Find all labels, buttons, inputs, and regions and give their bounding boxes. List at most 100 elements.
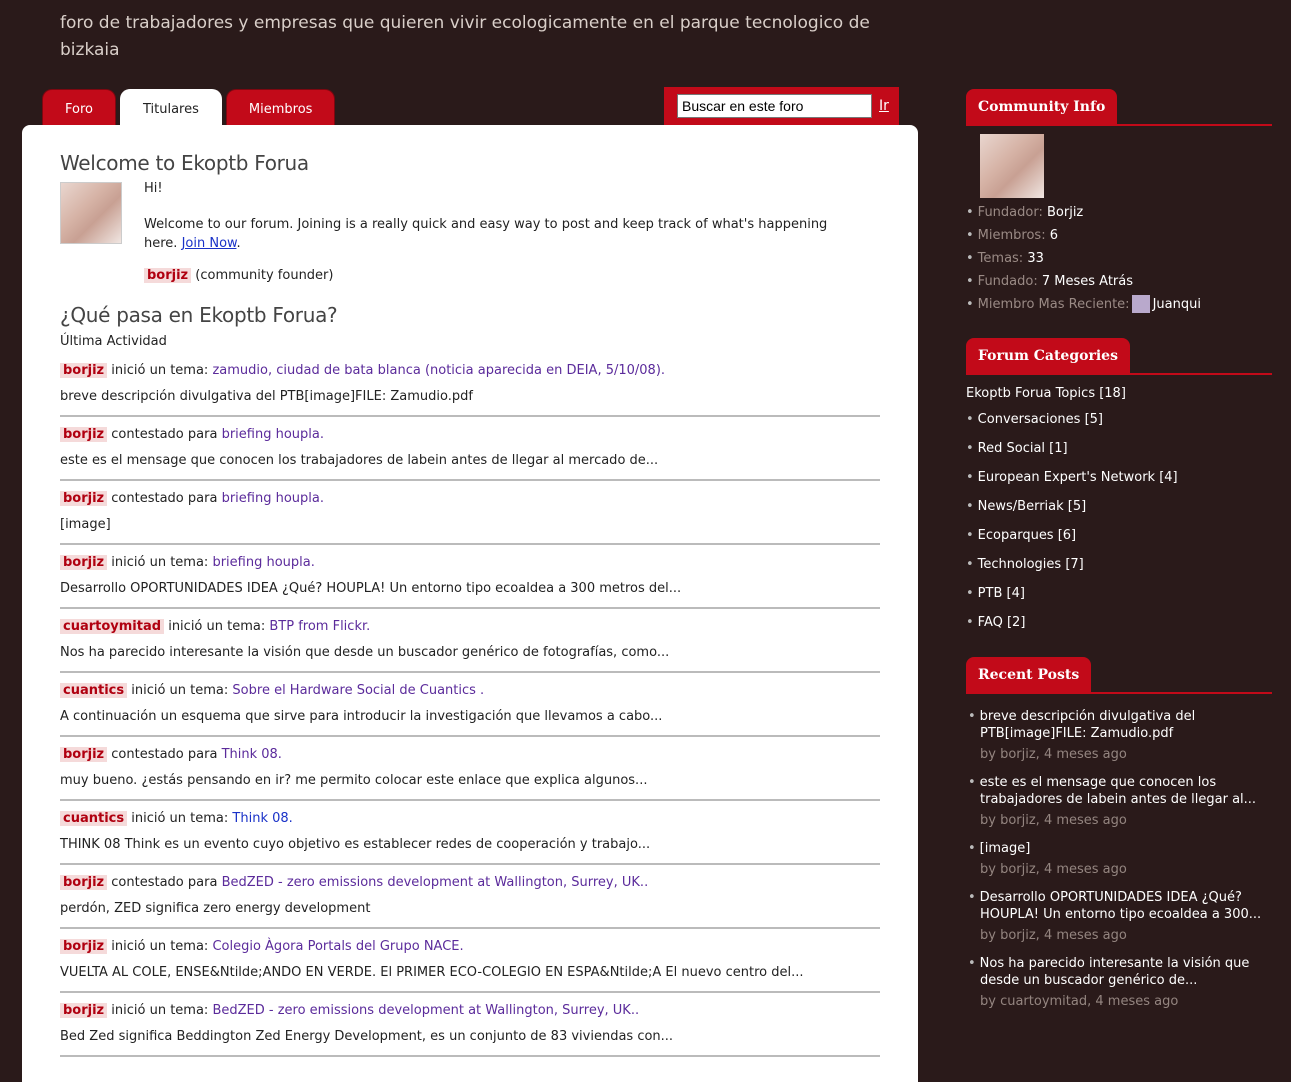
activity-action: inició un tema: — [131, 811, 229, 826]
category-item[interactable]: • PTB [4] — [966, 579, 1272, 608]
activity-action: contestado para — [111, 747, 218, 762]
activity-headline: cuantics inició un tema: Think 08. — [60, 810, 880, 828]
welcome-text: Welcome to our forum. Joining is a reall… — [144, 217, 828, 251]
activity-topic-link[interactable]: briefing houpla. — [222, 491, 324, 506]
category-label: Ecoparques [6] — [977, 528, 1077, 543]
activity-topic-link[interactable]: Think 08. — [232, 811, 292, 826]
activity-action: contestado para — [111, 491, 218, 506]
forum-categories-heading: Forum Categories — [966, 338, 1130, 373]
activity-headline: cuartoymitad inició un tema: BTP from Fl… — [60, 618, 880, 636]
category-label: FAQ [2] — [977, 615, 1026, 630]
activity-topic-link[interactable]: Colegio Àgora Portals del Grupo NACE. — [212, 939, 463, 954]
category-item[interactable]: • Red Social [1] — [966, 434, 1272, 463]
category-item[interactable]: • Conversaciones [5] — [966, 405, 1272, 434]
activity-headline: borjiz inició un tema: BedZED - zero emi… — [60, 1002, 880, 1020]
divider — [966, 692, 1272, 694]
activity-username[interactable]: borjiz — [60, 491, 108, 506]
category-label: Red Social [1] — [977, 441, 1068, 456]
activity-item: borjiz contestado para briefing houpla. [… — [60, 490, 880, 545]
activity-username[interactable]: borjiz — [60, 1003, 108, 1018]
activity-username[interactable]: borjiz — [60, 939, 108, 954]
last-activity-label: Última Actividad — [60, 334, 167, 349]
founder-avatar[interactable] — [60, 182, 122, 244]
activity-action: contestado para — [111, 875, 218, 890]
category-item[interactable]: • News/Berriak [5] — [966, 492, 1272, 521]
recent-post-link[interactable]: • Desarrollo OPORTUNIDADES IDEA ¿Qué? HOU… — [966, 889, 1272, 923]
recent-post-item: • breve descripción divulgativa del PTB[i… — [966, 708, 1272, 766]
category-root-link[interactable]: Ekoptb Forua Topics [18] — [966, 383, 1272, 405]
welcome-greeting: Hi! — [144, 181, 163, 196]
category-label: European Expert's Network [4] — [977, 470, 1178, 485]
category-item[interactable]: • Ecoparques [6] — [966, 521, 1272, 550]
founder-username[interactable]: borjiz — [144, 268, 192, 283]
activity-topic-link[interactable]: Think 08. — [222, 747, 282, 762]
info-item-founder: • Fundador: Borjiz — [966, 205, 1084, 220]
category-item[interactable]: • Technologies [7] — [966, 550, 1272, 579]
category-item[interactable]: • FAQ [2] — [966, 608, 1272, 637]
founder-link[interactable]: Borjiz — [1047, 205, 1083, 220]
recent-post-item: • Desarrollo OPORTUNIDADES IDEA ¿Qué? HOU… — [966, 889, 1272, 947]
recent-post-byline: by borjiz, 4 meses ago — [980, 813, 1127, 828]
activity-headline: borjiz contestado para briefing houpla. — [60, 490, 880, 508]
activity-item: borjiz contestado para Think 08. muy buen… — [60, 746, 880, 801]
activity-topic-link[interactable]: zamudio, ciudad de bata blanca (noticia … — [212, 363, 665, 378]
activity-item: borjiz contestado para BedZED - zero emi… — [60, 874, 880, 929]
activity-action: inició un tema: — [111, 363, 209, 378]
recent-post-link[interactable]: • breve descripción divulgativa del PTB[i… — [966, 708, 1272, 742]
activity-excerpt: THINK 08 Think es un evento cuyo objetiv… — [60, 837, 651, 852]
category-item[interactable]: • European Expert's Network [4] — [966, 463, 1272, 492]
tab-miembros[interactable]: Miembros — [225, 89, 336, 125]
activity-excerpt: [image] — [60, 517, 111, 532]
recent-post-link[interactable]: • Nos ha parecido interesante la visión q… — [966, 955, 1272, 989]
activity-excerpt: A continuación un esquema que sirve para… — [60, 709, 663, 724]
activity-username[interactable]: cuartoymitad — [60, 619, 165, 634]
recent-post-link[interactable]: • [image] — [966, 840, 1272, 857]
newest-member-link[interactable]: Juanqui — [1153, 297, 1201, 312]
activity-topic-link[interactable]: briefing houpla. — [222, 427, 324, 442]
category-list: • Conversaciones [5] • Red Social [1] • Europ… — [966, 405, 1272, 637]
search-go-link[interactable]: Ir — [879, 98, 889, 114]
activity-username[interactable]: cuantics — [60, 811, 128, 826]
divider — [966, 373, 1272, 375]
category-label: News/Berriak [5] — [977, 499, 1087, 514]
category-label: PTB [4] — [977, 586, 1025, 601]
activity-item: borjiz inició un tema: briefing houpla. D… — [60, 554, 880, 609]
activity-action: inició un tema: — [111, 939, 209, 954]
activity-item: cuantics inició un tema: Think 08. THINK … — [60, 810, 880, 865]
tab-titulares[interactable]: Titulares — [119, 89, 222, 125]
newest-member-avatar[interactable] — [1131, 294, 1150, 313]
activity-topic-link[interactable]: BTP from Flickr. — [269, 619, 370, 634]
recent-post-byline: by borjiz, 4 meses ago — [980, 862, 1127, 877]
activity-topic-link[interactable]: BedZED - zero emissions development at W… — [222, 875, 649, 890]
activity-topic-link[interactable]: briefing houpla. — [212, 555, 314, 570]
sidebar: Community Info • Fundador: Borjiz • Miembr… — [966, 89, 1272, 1021]
activity-action: contestado para — [111, 427, 218, 442]
activity-username[interactable]: borjiz — [60, 427, 108, 442]
activity-item: borjiz inició un tema: Colegio Àgora Por… — [60, 938, 880, 993]
recent-post-byline: by borjiz, 4 meses ago — [980, 928, 1127, 943]
activity-username[interactable]: borjiz — [60, 875, 108, 890]
activity-topic-link[interactable]: BedZED - zero emissions development at W… — [212, 1003, 639, 1018]
activity-excerpt: Desarrollo OPORTUNIDADES IDEA ¿Qué? HOUP… — [60, 581, 682, 596]
recent-posts-heading: Recent Posts — [966, 657, 1092, 692]
category-label: Conversaciones [5] — [977, 412, 1103, 427]
community-avatar[interactable] — [980, 134, 1044, 198]
info-item-founded: • Fundado: 7 Meses Atrás — [966, 274, 1134, 289]
activity-username[interactable]: borjiz — [60, 363, 108, 378]
activity-action: inició un tema: — [168, 619, 266, 634]
activity-username[interactable]: cuantics — [60, 683, 128, 698]
activity-headline: borjiz inició un tema: Colegio Àgora Por… — [60, 938, 880, 956]
join-now-link[interactable]: Join Now — [182, 236, 237, 251]
activity-excerpt: perdón, ZED significa zero energy develo… — [60, 901, 371, 916]
activity-topic-link[interactable]: Sobre el Hardware Social de Cuantics . — [232, 683, 484, 698]
activity-headline: borjiz inició un tema: zamudio, ciudad d… — [60, 362, 880, 380]
activity-username[interactable]: borjiz — [60, 555, 108, 570]
activity-username[interactable]: borjiz — [60, 747, 108, 762]
activity-item: borjiz inició un tema: BedZED - zero emi… — [60, 1002, 880, 1057]
community-info-list: • Fundador: Borjiz • Miembros: 6 • Temas: 3… — [966, 201, 1272, 316]
tab-foro[interactable]: Foro — [42, 89, 116, 125]
recent-post-link[interactable]: • este es el mensage que conocen los trab… — [966, 774, 1272, 808]
info-item-topics: • Temas: 33 — [966, 251, 1044, 266]
activity-excerpt: VUELTA AL COLE, ENSE&Ntilde;ANDO EN VERD… — [60, 965, 804, 980]
search-input[interactable] — [677, 94, 872, 118]
